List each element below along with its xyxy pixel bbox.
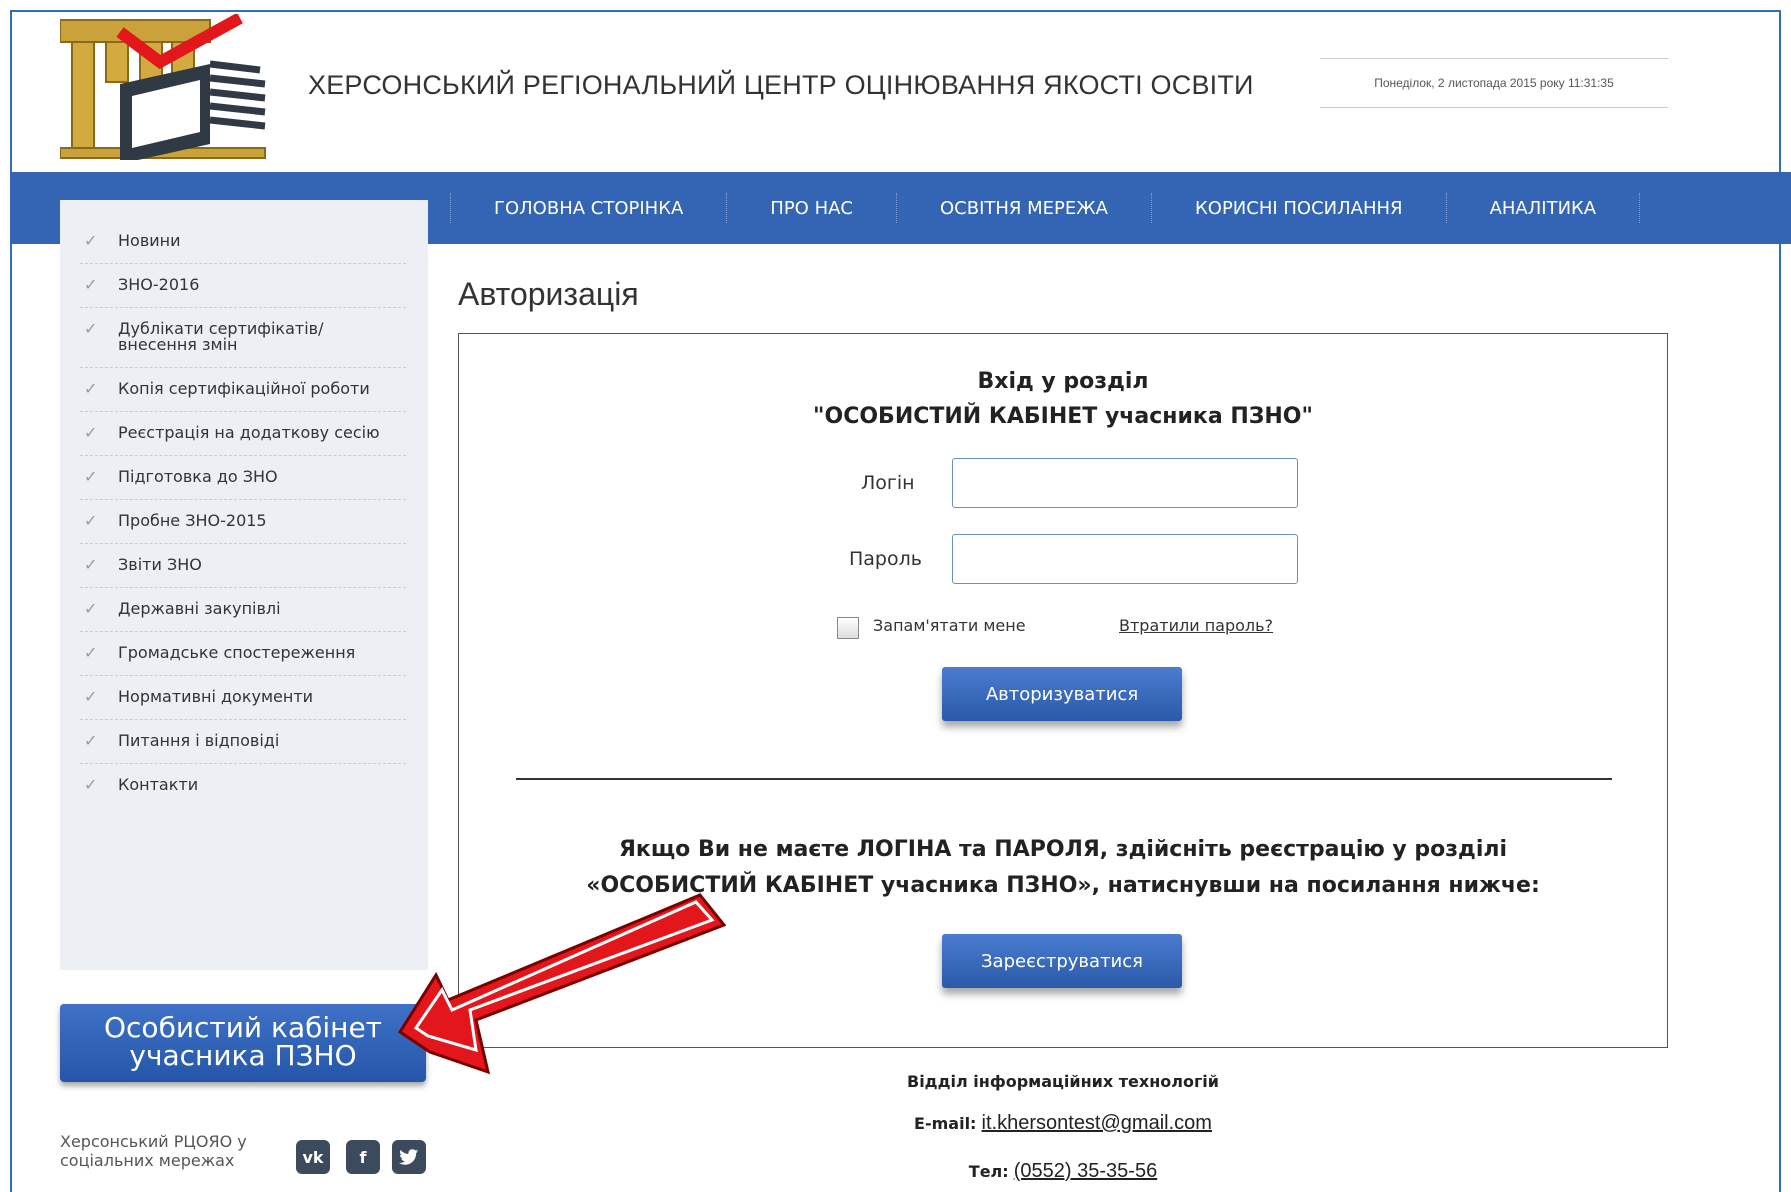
sidebar-item-trial-zno[interactable]: ✓ Пробне ЗНО-2015 — [80, 500, 406, 544]
remember-me-label: Запам'ятати мене — [873, 616, 1026, 635]
sidebar-item-label: Пробне ЗНО-2015 — [118, 511, 267, 530]
sidebar-item-label: Питання і відповіді — [118, 731, 280, 750]
sidebar-item-label: Звіти ЗНО — [118, 555, 202, 574]
register-prompt-line1: Якщо Ви не маєте ЛОГІНА та ПАРОЛЯ, здійс… — [618, 837, 1508, 862]
sidebar-item-label: Контакти — [118, 775, 199, 794]
login-label: Логін — [861, 472, 915, 494]
sidebar-item-copy[interactable]: ✓ Копія сертифікаційної роботи — [80, 368, 406, 412]
register-prompt: Якщо Ви не маєте ЛОГІНА та ПАРОЛЯ, здійс… — [459, 832, 1667, 904]
checkmark-icon: ✓ — [84, 275, 98, 294]
twitter-bird-icon — [399, 1149, 418, 1165]
login-heading-line1: Вхід у розділ — [977, 369, 1149, 394]
personal-cabinet-button[interactable]: Особистий кабінет учасника ПЗНО — [60, 1004, 426, 1082]
footer-email: E-mail: it.khersontest@gmail.com — [458, 1112, 1668, 1135]
sidebar-item-duplicates[interactable]: ✓ Дублікати сертифікатів/ внесення змін — [80, 308, 406, 368]
sidebar-item-news[interactable]: ✓ Новини — [80, 220, 406, 264]
login-button[interactable]: Авторизуватися — [942, 667, 1182, 721]
sidebar-item-procurement[interactable]: ✓ Державні закупівлі — [80, 588, 406, 632]
vk-icon[interactable]: vk — [296, 1140, 330, 1174]
login-panel: Вхід у розділ "ОСОБИСТИЙ КАБІНЕТ учасник… — [458, 333, 1668, 1048]
checkmark-icon: ✓ — [84, 231, 98, 250]
sidebar-item-label: Підготовка до ЗНО — [118, 467, 278, 486]
checkmark-icon: ✓ — [84, 511, 98, 530]
login-input[interactable] — [952, 458, 1298, 508]
social-text: Херсонський РЦОЯО у соціальних мережах — [60, 1132, 247, 1170]
checkmark-icon: ✓ — [84, 599, 98, 618]
checkmark-icon: ✓ — [84, 643, 98, 662]
login-heading: Вхід у розділ "ОСОБИСТИЙ КАБІНЕТ учасник… — [459, 364, 1667, 434]
email-link[interactable]: it.khersontest@gmail.com — [982, 1112, 1212, 1134]
checkmark-icon: ✓ — [84, 775, 98, 794]
sidebar-item-contacts[interactable]: ✓ Контакти — [80, 764, 406, 807]
footer-department: Відділ інформаційних технологій — [458, 1072, 1668, 1091]
sidebar-item-reports[interactable]: ✓ Звіти ЗНО — [80, 544, 406, 588]
register-prompt-line2: «ОСОБИСТИЙ КАБІНЕТ учасника ПЗНО», натис… — [586, 873, 1540, 898]
sidebar: ✓ Новини ✓ ЗНО-2016 ✓ Дублікати сертифікаті… — [60, 200, 428, 970]
logo-icon — [60, 14, 266, 160]
department-label: Відділ інформаційних технологій — [907, 1072, 1219, 1091]
sidebar-item-faq[interactable]: ✓ Питання і відповіді — [80, 720, 406, 764]
lost-password-link[interactable]: Втратили пароль? — [1119, 616, 1273, 635]
phone-link[interactable]: (0552) 35-35-56 — [1014, 1160, 1157, 1182]
phone-label: Тел: — [968, 1162, 1009, 1181]
footer-phone: Тел: (0552) 35-35-56 — [458, 1160, 1668, 1183]
twitter-icon[interactable] — [392, 1140, 426, 1174]
nav-item-about[interactable]: ПРО НАС — [726, 193, 896, 223]
nav-item-network[interactable]: ОСВІТНЯ МЕРЕЖА — [896, 193, 1151, 223]
sidebar-item-preparation[interactable]: ✓ Підготовка до ЗНО — [80, 456, 406, 500]
checkmark-icon: ✓ — [84, 555, 98, 574]
nav-item-links[interactable]: КОРИСНІ ПОСИЛАННЯ — [1151, 193, 1446, 223]
sidebar-item-label: Реєстрація на додаткову сесію — [118, 423, 380, 442]
sidebar-item-regulations[interactable]: ✓ Нормативні документи — [80, 676, 406, 720]
register-button[interactable]: Зареєструватися — [942, 934, 1182, 988]
checkmark-icon: ✓ — [84, 319, 98, 338]
checkmark-icon: ✓ — [84, 423, 98, 442]
sidebar-item-label: ЗНО-2016 — [118, 275, 200, 294]
date-time: Понеділок, 2 листопада 2015 року 11:31:3… — [1320, 58, 1668, 108]
page-title: Авторизація — [458, 276, 639, 312]
nav-item-home[interactable]: ГОЛОВНА СТОРІНКА — [450, 193, 726, 223]
sidebar-item-label: Нормативні документи — [118, 687, 314, 706]
checkmark-icon: ✓ — [84, 687, 98, 706]
sidebar-item-label: Новини — [118, 231, 181, 250]
main-nav: ГОЛОВНА СТОРІНКА ПРО НАС ОСВІТНЯ МЕРЕЖА … — [450, 172, 1641, 244]
site-title: ХЕРСОНСЬКИЙ РЕГІОНАЛЬНИЙ ЦЕНТР ОЦІНЮВАНН… — [308, 70, 1254, 100]
checkmark-icon: ✓ — [84, 379, 98, 398]
login-heading-line2: "ОСОБИСТИЙ КАБІНЕТ учасника ПЗНО" — [813, 404, 1313, 429]
facebook-icon[interactable]: f — [346, 1140, 380, 1174]
sidebar-menu: ✓ Новини ✓ ЗНО-2016 ✓ Дублікати сертифікаті… — [60, 200, 428, 807]
sidebar-item-label: Громадське спостереження — [118, 643, 356, 662]
password-label: Пароль — [849, 548, 922, 570]
checkmark-icon: ✓ — [84, 467, 98, 486]
email-label: E-mail: — [914, 1114, 977, 1133]
cabinet-button-line2: учасника ПЗНО — [129, 1039, 357, 1072]
sidebar-item-label: Копія сертифікаційної роботи — [118, 379, 370, 398]
sidebar-item-observation[interactable]: ✓ Громадське спостереження — [80, 632, 406, 676]
cabinet-button-line1: Особистий кабінет — [104, 1011, 382, 1044]
password-input[interactable] — [952, 534, 1298, 584]
sidebar-item-label: Державні закупівлі — [118, 599, 281, 618]
remember-me-checkbox[interactable] — [837, 617, 859, 639]
checkmark-icon: ✓ — [84, 731, 98, 750]
sidebar-item-zno-2016[interactable]: ✓ ЗНО-2016 — [80, 264, 406, 308]
nav-item-analytics[interactable]: АНАЛІТИКА — [1445, 193, 1641, 223]
sidebar-item-label: Дублікати сертифікатів/ внесення змін — [118, 319, 324, 354]
divider — [516, 778, 1612, 780]
sidebar-item-extra-session[interactable]: ✓ Реєстрація на додаткову сесію — [80, 412, 406, 456]
